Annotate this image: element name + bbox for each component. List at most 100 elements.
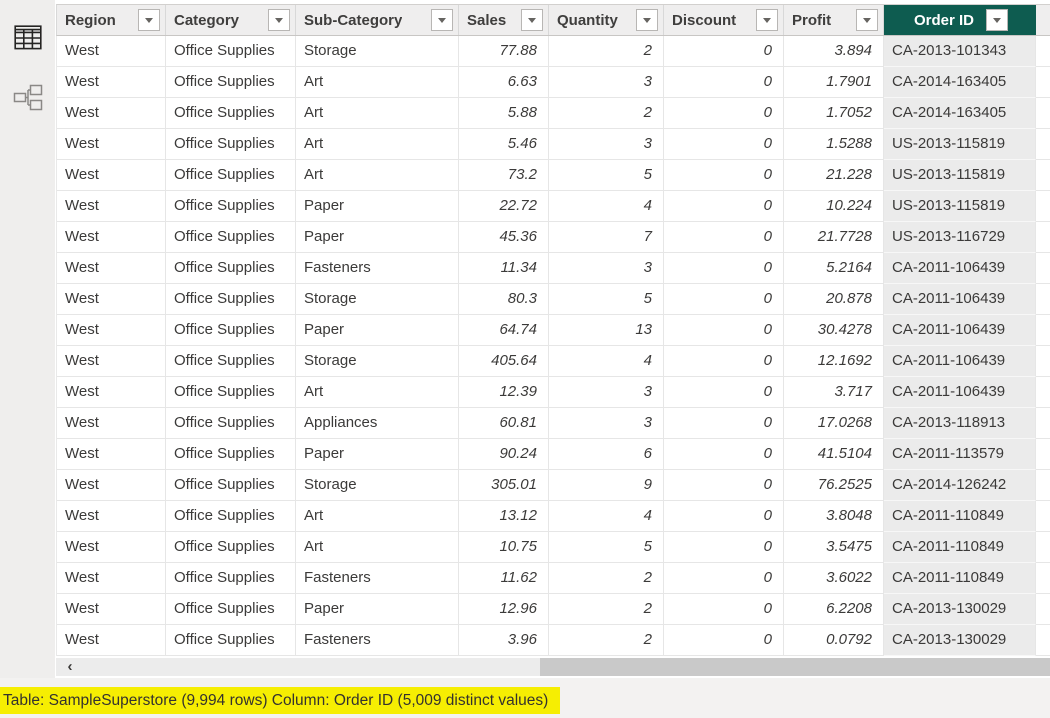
cell-quantity[interactable]: 4 <box>549 346 664 377</box>
cell-profit[interactable]: 41.5104 <box>784 439 884 470</box>
column-header-sub-category[interactable]: Sub-Category <box>296 5 459 35</box>
cell-sales[interactable]: 5.46 <box>459 129 549 160</box>
cell-category[interactable]: Office Supplies <box>166 98 296 129</box>
cell-sub-category[interactable]: Art <box>296 377 459 408</box>
cell-quantity[interactable]: 9 <box>549 470 664 501</box>
cell-category[interactable]: Office Supplies <box>166 501 296 532</box>
cell-discount[interactable]: 0 <box>664 222 784 253</box>
cell-quantity[interactable]: 3 <box>549 408 664 439</box>
scroll-left-arrow-icon[interactable]: ‹ <box>60 658 80 676</box>
cell-order-id[interactable]: CA-2011-113579 <box>884 439 1036 470</box>
cell-order-id[interactable]: US-2013-115819 <box>884 191 1036 222</box>
cell-category[interactable]: Office Supplies <box>166 563 296 594</box>
cell-sales[interactable]: 12.39 <box>459 377 549 408</box>
scrollbar-thumb[interactable] <box>540 658 1050 676</box>
cell-category[interactable]: Office Supplies <box>166 253 296 284</box>
filter-dropdown-button[interactable] <box>756 9 778 31</box>
cell-region[interactable]: West <box>57 501 166 532</box>
cell-region[interactable]: West <box>57 470 166 501</box>
column-header-profit[interactable]: Profit <box>784 5 884 35</box>
cell-quantity[interactable]: 2 <box>549 98 664 129</box>
cell-sales[interactable]: 22.72 <box>459 191 549 222</box>
cell-discount[interactable]: 0 <box>664 594 784 625</box>
cell-discount[interactable]: 0 <box>664 532 784 563</box>
cell-category[interactable]: Office Supplies <box>166 532 296 563</box>
cell-category[interactable]: Office Supplies <box>166 346 296 377</box>
cell-sales[interactable]: 60.81 <box>459 408 549 439</box>
cell-discount[interactable]: 0 <box>664 253 784 284</box>
cell-region[interactable]: West <box>57 315 166 346</box>
cell-category[interactable]: Office Supplies <box>166 160 296 191</box>
cell-discount[interactable]: 0 <box>664 470 784 501</box>
cell-discount[interactable]: 0 <box>664 408 784 439</box>
cell-discount[interactable]: 0 <box>664 67 784 98</box>
cell-quantity[interactable]: 2 <box>549 625 664 656</box>
cell-profit[interactable]: 1.5288 <box>784 129 884 160</box>
cell-sub-category[interactable]: Fasteners <box>296 253 459 284</box>
cell-region[interactable]: West <box>57 160 166 191</box>
cell-category[interactable]: Office Supplies <box>166 625 296 656</box>
cell-sales[interactable]: 77.88 <box>459 36 549 67</box>
cell-sub-category[interactable]: Paper <box>296 191 459 222</box>
cell-region[interactable]: West <box>57 36 166 67</box>
cell-region[interactable]: West <box>57 191 166 222</box>
cell-sales[interactable]: 13.12 <box>459 501 549 532</box>
cell-profit[interactable]: 3.5475 <box>784 532 884 563</box>
cell-sales[interactable]: 45.36 <box>459 222 549 253</box>
filter-dropdown-button[interactable] <box>431 9 453 31</box>
cell-sub-category[interactable]: Storage <box>296 470 459 501</box>
cell-region[interactable]: West <box>57 253 166 284</box>
cell-category[interactable]: Office Supplies <box>166 67 296 98</box>
cell-category[interactable]: Office Supplies <box>166 408 296 439</box>
column-header-category[interactable]: Category <box>166 5 296 35</box>
cell-profit[interactable]: 76.2525 <box>784 470 884 501</box>
cell-category[interactable]: Office Supplies <box>166 377 296 408</box>
cell-profit[interactable]: 3.8048 <box>784 501 884 532</box>
cell-order-id[interactable]: CA-2013-101343 <box>884 36 1036 67</box>
cell-region[interactable]: West <box>57 408 166 439</box>
cell-sales[interactable]: 73.2 <box>459 160 549 191</box>
cell-profit[interactable]: 3.717 <box>784 377 884 408</box>
cell-category[interactable]: Office Supplies <box>166 439 296 470</box>
cell-sales[interactable]: 3.96 <box>459 625 549 656</box>
cell-discount[interactable]: 0 <box>664 625 784 656</box>
column-header-quantity[interactable]: Quantity <box>549 5 664 35</box>
cell-sales[interactable]: 12.96 <box>459 594 549 625</box>
cell-order-id[interactable]: CA-2011-110849 <box>884 532 1036 563</box>
cell-quantity[interactable]: 5 <box>549 284 664 315</box>
cell-sales[interactable]: 6.63 <box>459 67 549 98</box>
filter-dropdown-button[interactable] <box>268 9 290 31</box>
cell-profit[interactable]: 3.894 <box>784 36 884 67</box>
cell-profit[interactable]: 0.0792 <box>784 625 884 656</box>
cell-profit[interactable]: 30.4278 <box>784 315 884 346</box>
cell-profit[interactable]: 5.2164 <box>784 253 884 284</box>
cell-sub-category[interactable]: Paper <box>296 439 459 470</box>
cell-quantity[interactable]: 6 <box>549 439 664 470</box>
cell-profit[interactable]: 6.2208 <box>784 594 884 625</box>
cell-quantity[interactable]: 2 <box>549 594 664 625</box>
cell-order-id[interactable]: CA-2013-118913 <box>884 408 1036 439</box>
cell-region[interactable]: West <box>57 594 166 625</box>
cell-sub-category[interactable]: Storage <box>296 346 459 377</box>
cell-quantity[interactable]: 4 <box>549 501 664 532</box>
cell-order-id[interactable]: CA-2011-106439 <box>884 377 1036 408</box>
cell-region[interactable]: West <box>57 98 166 129</box>
cell-order-id[interactable]: US-2013-115819 <box>884 129 1036 160</box>
column-header-order-id[interactable]: Order ID <box>884 5 1036 35</box>
cell-sales[interactable]: 11.62 <box>459 563 549 594</box>
cell-region[interactable]: West <box>57 377 166 408</box>
cell-order-id[interactable]: CA-2011-110849 <box>884 501 1036 532</box>
cell-order-id[interactable]: CA-2011-106439 <box>884 253 1036 284</box>
cell-sub-category[interactable]: Storage <box>296 284 459 315</box>
cell-order-id[interactable]: CA-2014-126242 <box>884 470 1036 501</box>
cell-profit[interactable]: 10.224 <box>784 191 884 222</box>
cell-sub-category[interactable]: Storage <box>296 36 459 67</box>
cell-profit[interactable]: 20.878 <box>784 284 884 315</box>
cell-order-id[interactable]: CA-2011-110849 <box>884 563 1036 594</box>
filter-dropdown-button[interactable] <box>636 9 658 31</box>
cell-sub-category[interactable]: Paper <box>296 315 459 346</box>
cell-category[interactable]: Office Supplies <box>166 129 296 160</box>
cell-profit[interactable]: 21.228 <box>784 160 884 191</box>
cell-quantity[interactable]: 5 <box>549 160 664 191</box>
cell-region[interactable]: West <box>57 532 166 563</box>
